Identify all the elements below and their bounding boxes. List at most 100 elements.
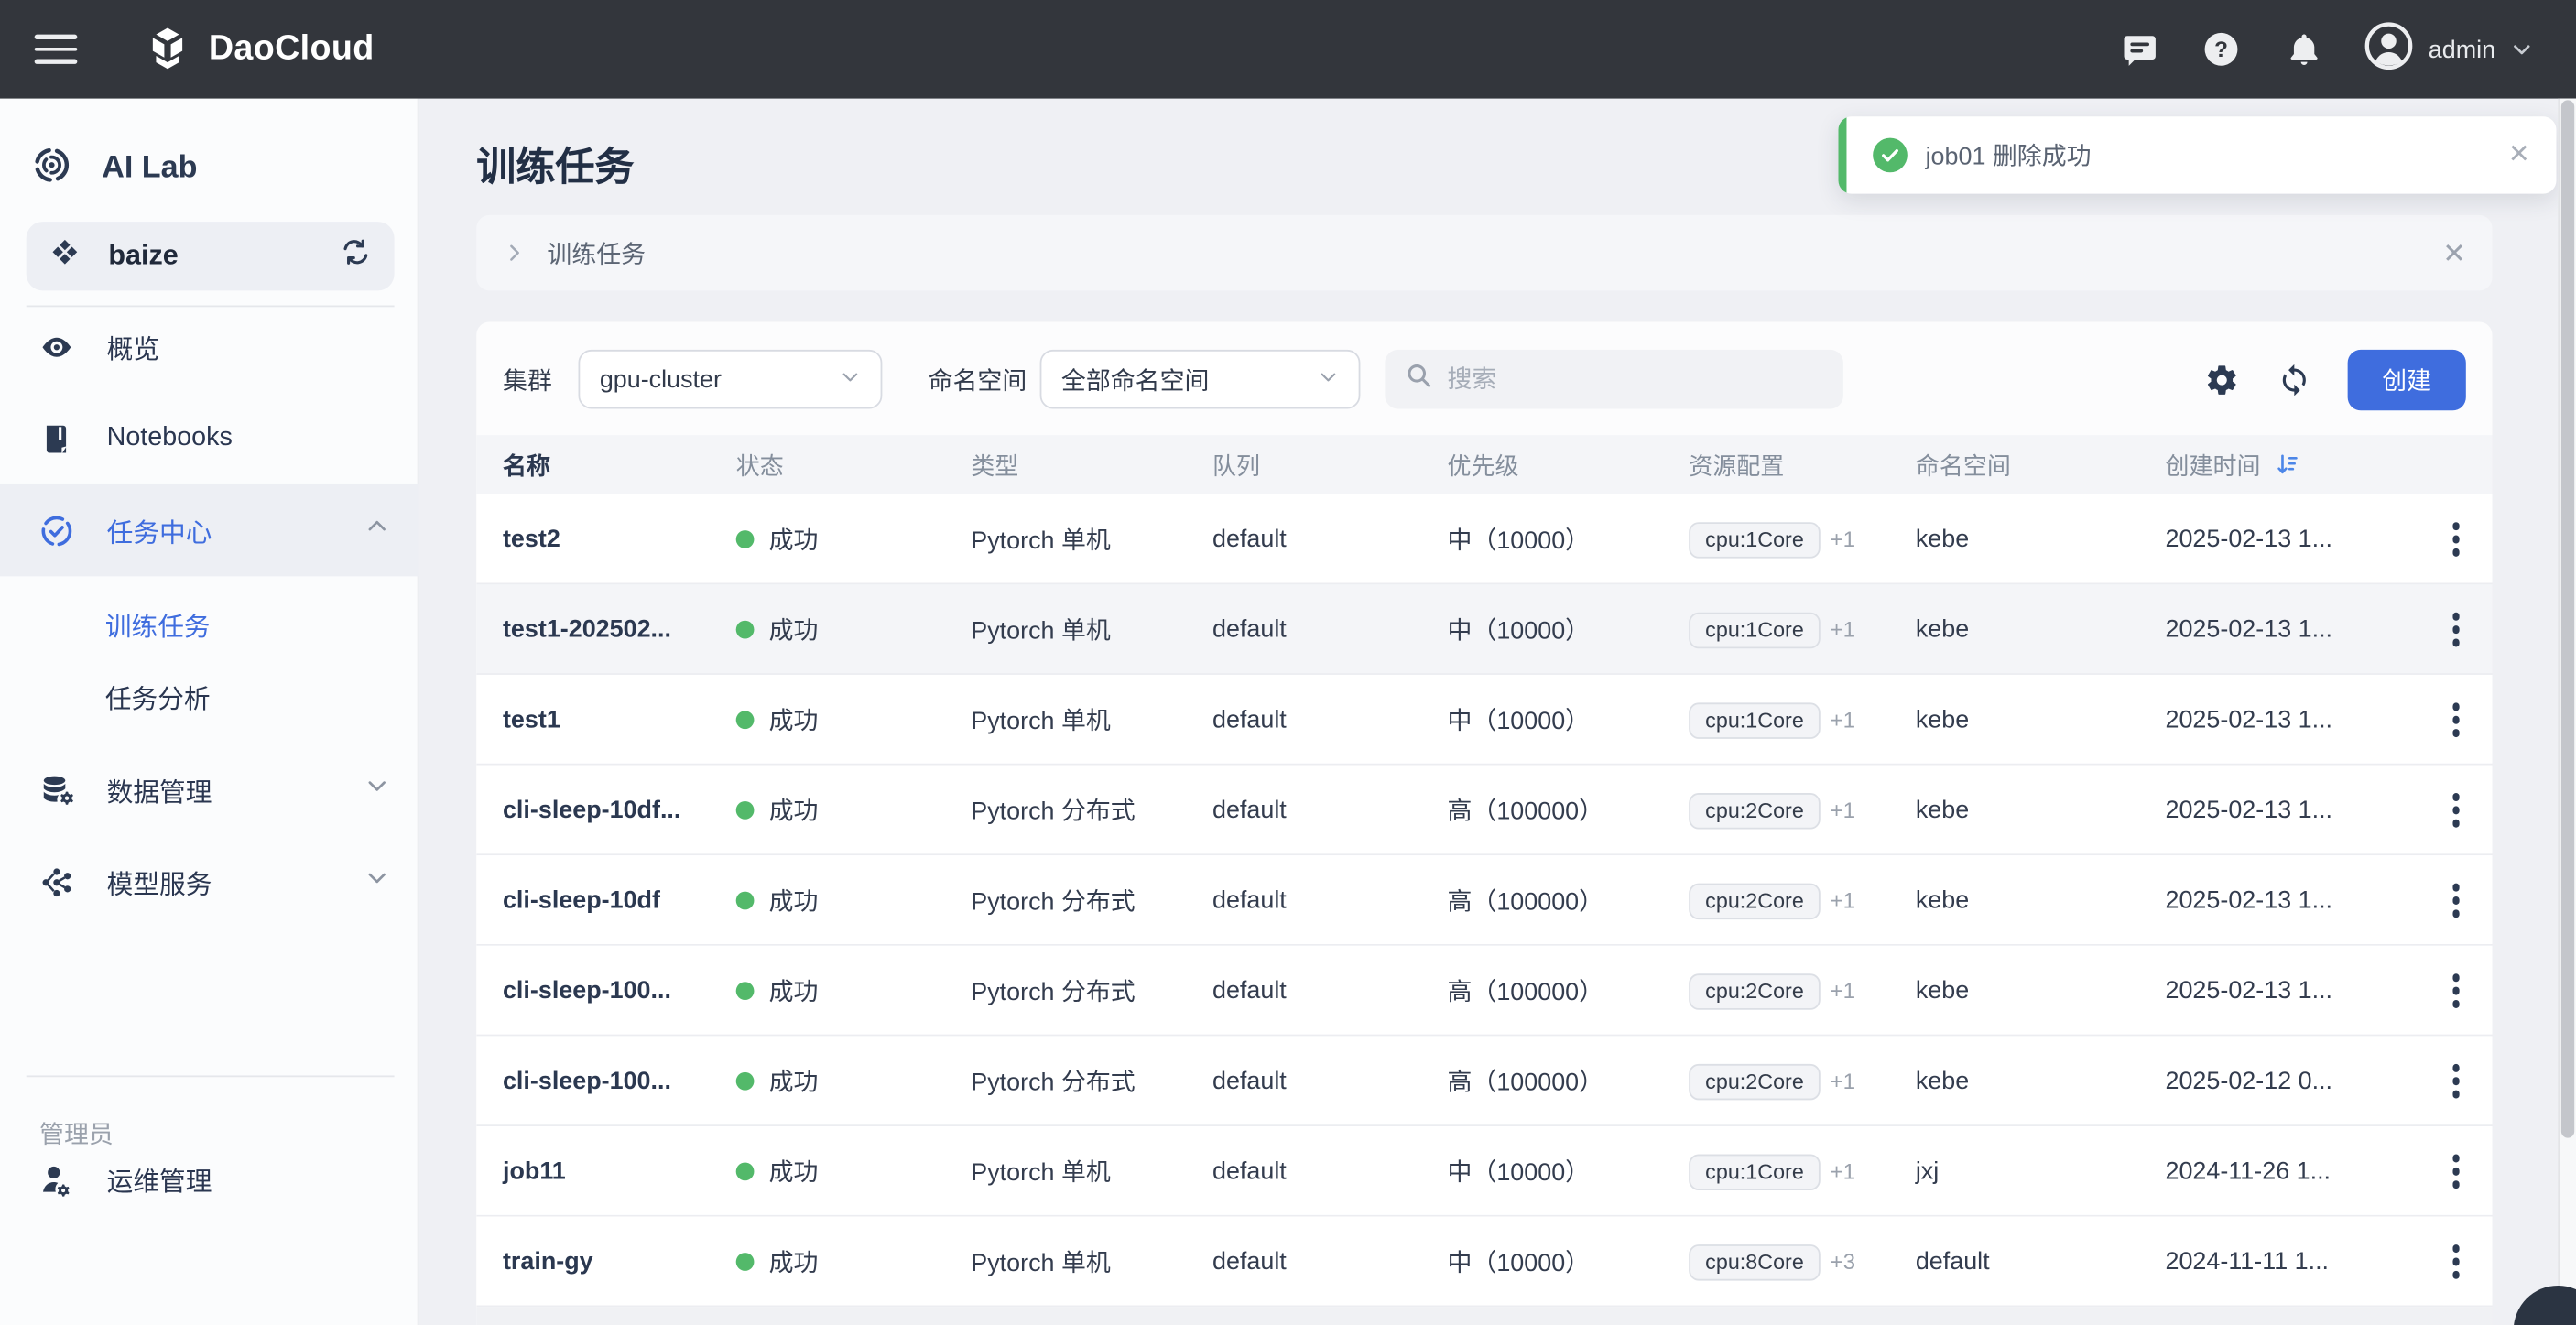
job-resources: cpu:1Core +1 [1689,1154,1916,1189]
job-name-link[interactable]: job11 [503,1157,736,1185]
resource-chip[interactable]: cpu:2Core [1689,883,1820,918]
job-priority: 高（100000） [1448,884,1690,918]
success-check-icon [1873,138,1908,173]
row-actions-kebab-icon[interactable] [2442,693,2470,746]
job-name-link[interactable]: cli-sleep-100... [503,977,736,1005]
product-name: AI Lab [102,151,197,187]
table-row[interactable]: test1-202502...成功Pytorch 单机default中（1000… [476,584,2492,675]
column-header-namespace[interactable]: 命名空间 [1916,448,2166,483]
table-row[interactable]: job11成功Pytorch 单机default中（10000）cpu:1Cor… [476,1126,2492,1217]
job-name-link[interactable]: train-gy [503,1248,736,1276]
status-text: 成功 [769,884,819,918]
row-actions-kebab-icon[interactable] [2442,513,2470,566]
user-menu[interactable]: admin [2364,20,2534,78]
column-header-queue[interactable]: 队列 [1212,448,1448,483]
namespace-select[interactable]: 全部命名空间 [1040,350,1361,409]
job-namespace: kebe [1916,1067,2166,1094]
chevron-down-icon [2510,38,2533,60]
row-actions-kebab-icon[interactable] [2442,784,2470,837]
job-created-time: 2024-11-26 1... [2166,1157,2420,1185]
row-actions-kebab-icon[interactable] [2442,1235,2470,1288]
resource-more-badge[interactable]: +3 [1830,1250,1855,1275]
workspace-switch-icon[interactable] [340,236,371,276]
table-row[interactable]: cli-sleep-10df成功Pytorch 分布式default高（1000… [476,855,2492,946]
job-type: Pytorch 分布式 [971,973,1212,1008]
scrollbar-thumb[interactable] [2561,100,2574,1137]
resource-more-badge[interactable]: +1 [1830,617,1855,642]
sidebar-item-model-services[interactable]: 模型服务 [0,836,418,928]
table-row[interactable]: cli-sleep-10df...成功Pytorch 分布式default高（1… [476,766,2492,856]
column-header-priority[interactable]: 优先级 [1448,448,1690,483]
resource-more-badge[interactable]: +1 [1830,1069,1855,1093]
column-header-name[interactable]: 名称 [503,448,736,483]
resource-chip[interactable]: cpu:1Core [1689,702,1820,738]
resource-more-badge[interactable]: +1 [1830,979,1855,1004]
resource-chip[interactable]: cpu:8Core [1689,1244,1820,1279]
hamburger-menu-icon[interactable] [35,35,78,64]
message-icon[interactable] [2118,27,2161,71]
resource-more-badge[interactable]: +1 [1830,708,1855,733]
resource-chip[interactable]: cpu:1Core [1689,612,1820,647]
job-name-link[interactable]: test1 [503,706,736,733]
job-type: Pytorch 单机 [971,1155,1212,1189]
sidebar-item-training-jobs[interactable]: 训练任务 [0,588,418,660]
resource-more-badge[interactable]: +1 [1830,527,1855,552]
help-icon[interactable]: ? [2200,27,2243,71]
table-row[interactable]: train-gy成功Pytorch 单机default中（10000）cpu:8… [476,1217,2492,1308]
sort-descending-icon[interactable] [2274,451,2300,478]
job-name-link[interactable]: cli-sleep-10df [503,886,736,914]
job-queue: default [1212,1067,1448,1094]
resource-more-badge[interactable]: +1 [1830,1159,1855,1184]
row-actions-kebab-icon[interactable] [2442,603,2470,656]
sidebar-item-notebooks[interactable]: Notebooks [0,393,418,484]
resource-chip[interactable]: cpu:2Core [1689,792,1820,828]
row-actions-kebab-icon[interactable] [2442,874,2470,927]
sidebar-item-data-management[interactable]: 数据管理 [0,744,418,835]
job-name-link[interactable]: test2 [503,526,736,553]
notification-bell-icon[interactable] [2282,27,2325,71]
column-header-resources[interactable]: 资源配置 [1689,448,1916,483]
sidebar-item-task-center[interactable]: 任务中心 [0,484,418,576]
chevron-up-icon [364,514,389,547]
refresh-icon[interactable] [2269,354,2319,404]
breadcrumb-label[interactable]: 训练任务 [547,235,646,270]
toast-accent-bar [1838,116,1846,193]
search-input[interactable] [1448,365,1777,393]
sidebar-item-ops-management[interactable]: 运维管理 [0,1133,418,1224]
brand[interactable]: DaoCloud [143,25,375,74]
job-name-link[interactable]: test1-202502... [503,615,736,643]
row-actions-kebab-icon[interactable] [2442,964,2470,1017]
resource-chip[interactable]: cpu:1Core [1689,1154,1820,1189]
resource-chip[interactable]: cpu:2Core [1689,1063,1820,1099]
page-scrollbar[interactable] [2558,99,2576,1325]
toast-close-icon[interactable]: ✕ [2508,142,2530,168]
job-name-link[interactable]: cli-sleep-10df... [503,797,736,824]
resource-chip[interactable]: cpu:2Core [1689,972,1820,1008]
table-row[interactable]: cli-sleep-100...成功Pytorch 分布式default高（10… [476,1036,2492,1126]
job-type: Pytorch 分布式 [971,793,1212,828]
sidebar-item-overview[interactable]: 概览 [0,300,418,392]
column-header-created[interactable]: 创建时间 [2166,448,2420,483]
resource-chip[interactable]: cpu:1Core [1689,521,1820,557]
sidebar-item-label: 模型服务 [107,862,212,901]
chevron-down-icon [840,365,861,393]
column-header-status[interactable]: 状态 [736,448,972,483]
column-header-type[interactable]: 类型 [971,448,1212,483]
workspace-selector[interactable]: baize [27,222,395,290]
table-row[interactable]: cli-sleep-100...成功Pytorch 分布式default高（10… [476,946,2492,1037]
row-actions-kebab-icon[interactable] [2442,1145,2470,1198]
create-button[interactable]: 创建 [2348,350,2466,410]
cluster-select[interactable]: gpu-cluster [578,350,882,409]
resource-more-badge[interactable]: +1 [1830,888,1855,913]
resource-more-badge[interactable]: +1 [1830,798,1855,822]
settings-gear-icon[interactable] [2197,354,2246,404]
row-actions-kebab-icon[interactable] [2442,1055,2470,1108]
job-created-time: 2025-02-13 1... [2166,886,2420,914]
table-row[interactable]: test2成功Pytorch 单机default中（10000）cpu:1Cor… [476,494,2492,585]
sidebar-item-task-analysis[interactable]: 任务分析 [0,660,418,733]
breadcrumb-close-icon[interactable]: ✕ [2442,239,2466,266]
job-status: 成功 [736,1244,972,1279]
table-row[interactable]: test1成功Pytorch 单机default中（10000）cpu:1Cor… [476,675,2492,766]
job-name-link[interactable]: cli-sleep-100... [503,1067,736,1094]
job-status: 成功 [736,1064,972,1099]
